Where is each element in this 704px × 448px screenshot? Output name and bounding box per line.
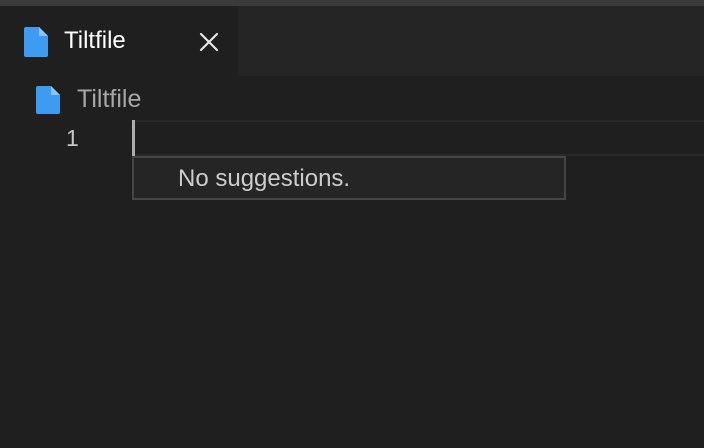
editor-tab-tiltfile[interactable]: Tiltfile [0, 6, 238, 76]
breadcrumb-label[interactable]: Tiltfile [77, 84, 141, 114]
editor-area[interactable]: 1 No suggestions. [0, 120, 704, 448]
tab-label: Tiltfile [64, 27, 126, 54]
line-number: 1 [66, 125, 79, 151]
file-icon [24, 27, 48, 57]
text-cursor [132, 120, 135, 156]
tab-bar: Tiltfile [0, 6, 704, 76]
close-icon[interactable] [194, 27, 224, 57]
current-line-highlight [132, 120, 704, 156]
suggest-widget: No suggestions. [132, 156, 566, 200]
suggest-message: No suggestions. [178, 165, 351, 192]
file-icon [36, 86, 60, 114]
